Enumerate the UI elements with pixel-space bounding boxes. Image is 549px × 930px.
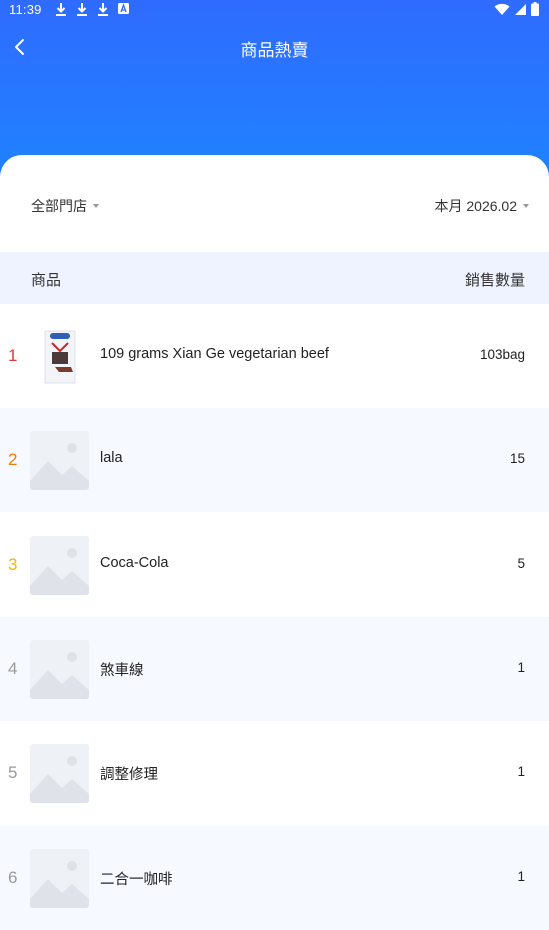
- product-name: 煞車線: [100, 662, 144, 679]
- image-placeholder-icon: [30, 639, 89, 699]
- month-filter-dropdown[interactable]: 本月 2026.02: [434, 196, 529, 216]
- column-header-product: 商品: [31, 272, 62, 289]
- table-row[interactable]: 4 煞車線 1: [0, 616, 549, 721]
- battery-icon: [531, 2, 539, 19]
- sales-quantity: 15: [509, 451, 525, 467]
- rank-number: 4: [8, 658, 18, 678]
- signal-icon: [514, 3, 527, 19]
- rank-number: 3: [8, 554, 18, 574]
- table-row[interactable]: 5 調整修理 1: [0, 721, 549, 825]
- sales-quantity: 103bag: [479, 347, 525, 362]
- sales-quantity: 5: [517, 555, 525, 571]
- product-name: 二合一咖啡: [100, 871, 173, 888]
- table-row[interactable]: 1 109 grams Xian Ge vegetarian beef 103bag: [0, 304, 549, 408]
- caret-down-icon: [93, 204, 99, 208]
- month-filter-label: 本月 2026.02: [434, 198, 518, 214]
- download-icon: [75, 2, 90, 17]
- store-filter-dropdown[interactable]: 全部門店: [31, 196, 99, 216]
- image-placeholder-icon: [30, 744, 89, 804]
- status-time: 11:39: [9, 2, 42, 17]
- product-photo: [30, 327, 89, 386]
- download-icon: [96, 2, 111, 17]
- wifi-icon: [494, 3, 510, 19]
- product-name: 109 grams Xian Ge vegetarian beef: [100, 346, 329, 362]
- image-placeholder-icon: [30, 535, 89, 595]
- store-filter-label: 全部門店: [31, 198, 87, 214]
- table-header: 商品 銷售數量: [0, 252, 549, 304]
- page-title: 商品熱賣: [240, 41, 309, 60]
- image-placeholder-icon: [30, 431, 89, 491]
- rank-number: 2: [8, 450, 18, 470]
- sales-quantity: 1: [517, 764, 525, 780]
- rank-number: 6: [8, 867, 18, 887]
- table-row[interactable]: 6 二合一咖啡 1: [0, 825, 549, 930]
- rank-number: 1: [8, 346, 18, 365]
- product-name: Coca-Cola: [100, 554, 169, 571]
- column-header-sales: 銷售數量: [464, 272, 525, 289]
- rank-number: 5: [8, 763, 18, 783]
- product-name: 調整修理: [100, 767, 158, 784]
- table-row[interactable]: 2 lala 15: [0, 408, 549, 513]
- sales-quantity: 1: [517, 868, 525, 884]
- table-row[interactable]: 3 Coca-Cola 5: [0, 513, 549, 617]
- download-icon: [54, 2, 69, 17]
- product-name: lala: [100, 450, 123, 467]
- sales-quantity: 1: [517, 659, 525, 675]
- caret-down-icon: [523, 204, 529, 208]
- image-placeholder-icon: [30, 848, 89, 908]
- status-bar: 11:39: [0, 0, 549, 20]
- app-notification-icon: [117, 2, 132, 17]
